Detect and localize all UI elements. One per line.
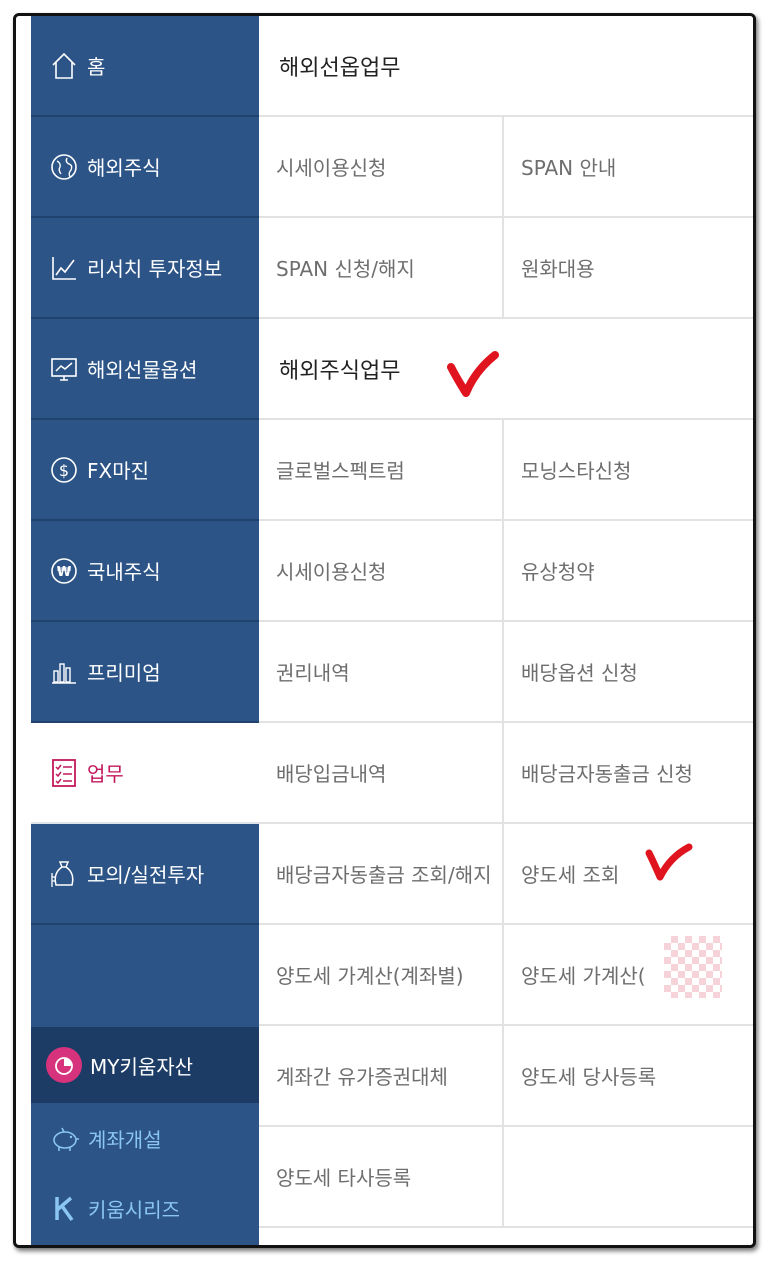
menu-item[interactable]: 권리내역 [259, 622, 504, 721]
sidebar-item-label: 홈 [87, 55, 106, 79]
menu-item[interactable]: SPAN 신청/해지 [259, 218, 504, 317]
checklist-icon [50, 758, 78, 787]
menu-item-empty [504, 1127, 753, 1226]
svg-text:$: $ [59, 461, 69, 480]
menu-row: 계좌간 유가증권대체 양도세 당사등록 [259, 1026, 753, 1127]
menu-item[interactable]: 배당옵션 신청 [504, 622, 753, 721]
menu-row: SPAN 신청/해지 원화대용 [259, 218, 753, 319]
sidebar-item-domestic-stock[interactable]: ₩ 국내주식 [31, 521, 259, 622]
sidebar-item-overseas-stock[interactable]: 해외주식 [31, 117, 259, 218]
dollar-circle-icon: $ [50, 456, 78, 484]
sidebar-item-label: 업무 [87, 762, 124, 786]
menu-item[interactable]: 배당금자동출금 신청 [504, 723, 753, 822]
blurred-region [664, 936, 722, 998]
menu-row: 권리내역 배당옵션 신청 [259, 622, 753, 723]
sidebar-item-label: 프리미엄 [87, 661, 161, 685]
red-check-mark-icon [447, 351, 499, 397]
account-open-link[interactable]: 계좌개설 [31, 1108, 259, 1168]
sidebar-item-mock-investing[interactable]: 모의/실전투자 [31, 824, 259, 925]
menu-item[interactable]: 글로벌스펙트럼 [259, 420, 504, 519]
sidebar-item-premium[interactable]: 프리미엄 [31, 622, 259, 723]
sidebar-item-home[interactable]: 홈 [31, 16, 259, 117]
menu-item[interactable]: 시세이용신청 [259, 117, 504, 216]
menu-item[interactable]: 배당입금내역 [259, 723, 504, 822]
money-bag-icon [50, 860, 78, 888]
menu-item[interactable]: 시세이용신청 [259, 521, 504, 620]
account-open-label: 계좌개설 [88, 1127, 162, 1152]
my-asset-label: MY키움자산 [90, 1054, 194, 1079]
sidebar-item-overseas-futures[interactable]: 해외선물옵션 [31, 319, 259, 420]
won-circle-icon: ₩ [50, 557, 78, 585]
menu-row: 양도세 타사등록 [259, 1127, 753, 1228]
sidebar-item-business[interactable]: 업무 [31, 723, 259, 824]
screenshot-frame: 홈 해외주식 리서치 투자정보 해외선물옵션 $ FX마진 ₩ 국내주식 프리미… [13, 13, 756, 1248]
menu-item[interactable]: SPAN 안내 [504, 117, 753, 216]
section-title-futures: 해외선옵업무 [259, 16, 753, 117]
globe-icon [50, 153, 78, 181]
sidebar-item-research[interactable]: 리서치 투자정보 [31, 218, 259, 319]
monitor-chart-icon [50, 355, 78, 383]
menu-row: 시세이용신청 SPAN 안내 [259, 117, 753, 218]
section-title-text: 해외선옵업무 [279, 55, 401, 81]
menu-content: 해외선옵업무 시세이용신청 SPAN 안내 SPAN 신청/해지 원화대용 해외… [259, 16, 753, 1245]
svg-text:₩: ₩ [57, 565, 72, 580]
sidebar-item-label: 해외선물옵션 [87, 358, 198, 382]
menu-item[interactable]: 양도세 조회 [504, 824, 753, 923]
sidebar-item-label: 리서치 투자정보 [87, 257, 223, 281]
kiwoom-k-icon [50, 1193, 80, 1223]
kiwoom-series-label: 키움시리즈 [88, 1197, 180, 1222]
sidebar-item-fx-margin[interactable]: $ FX마진 [31, 420, 259, 521]
my-asset-button[interactable]: MY키움자산 [31, 1027, 259, 1103]
line-chart-icon [50, 254, 78, 282]
menu-row: 글로벌스펙트럼 모닝스타신청 [259, 420, 753, 521]
sidebar-item-label: 모의/실전투자 [87, 863, 205, 887]
menu-item[interactable]: 배당금자동출금 조회/해지 [259, 824, 504, 923]
red-check-mark-icon [645, 843, 693, 881]
menu-item[interactable]: 유상청약 [504, 521, 753, 620]
sidebar-item-label: FX마진 [87, 459, 150, 483]
menu-item[interactable]: 모닝스타신청 [504, 420, 753, 519]
sidebar-item-label: 국내주식 [87, 560, 161, 584]
menu-item[interactable]: 양도세 가계산(계좌별) [259, 925, 504, 1024]
sidebar: 홈 해외주식 리서치 투자정보 해외선물옵션 $ FX마진 ₩ 국내주식 프리미… [31, 16, 259, 1245]
menu-row: 시세이용신청 유상청약 [259, 521, 753, 622]
kiwoom-series-link[interactable]: 키움시리즈 [31, 1178, 259, 1238]
menu-item[interactable]: 양도세 당사등록 [504, 1026, 753, 1125]
section-title-text: 해외주식업무 [279, 358, 401, 384]
sidebar-item-label: 해외주식 [87, 156, 161, 180]
bar-chart-icon [50, 658, 78, 686]
piggy-bank-icon [50, 1123, 80, 1153]
menu-item[interactable]: 계좌간 유가증권대체 [259, 1026, 504, 1125]
pie-chart-icon [46, 1047, 82, 1083]
section-title-stocks: 해외주식업무 [259, 319, 753, 420]
menu-item[interactable]: 원화대용 [504, 218, 753, 317]
home-icon [50, 52, 78, 80]
menu-item[interactable]: 양도세 타사등록 [259, 1127, 504, 1226]
menu-row: 배당입금내역 배당금자동출금 신청 [259, 723, 753, 824]
